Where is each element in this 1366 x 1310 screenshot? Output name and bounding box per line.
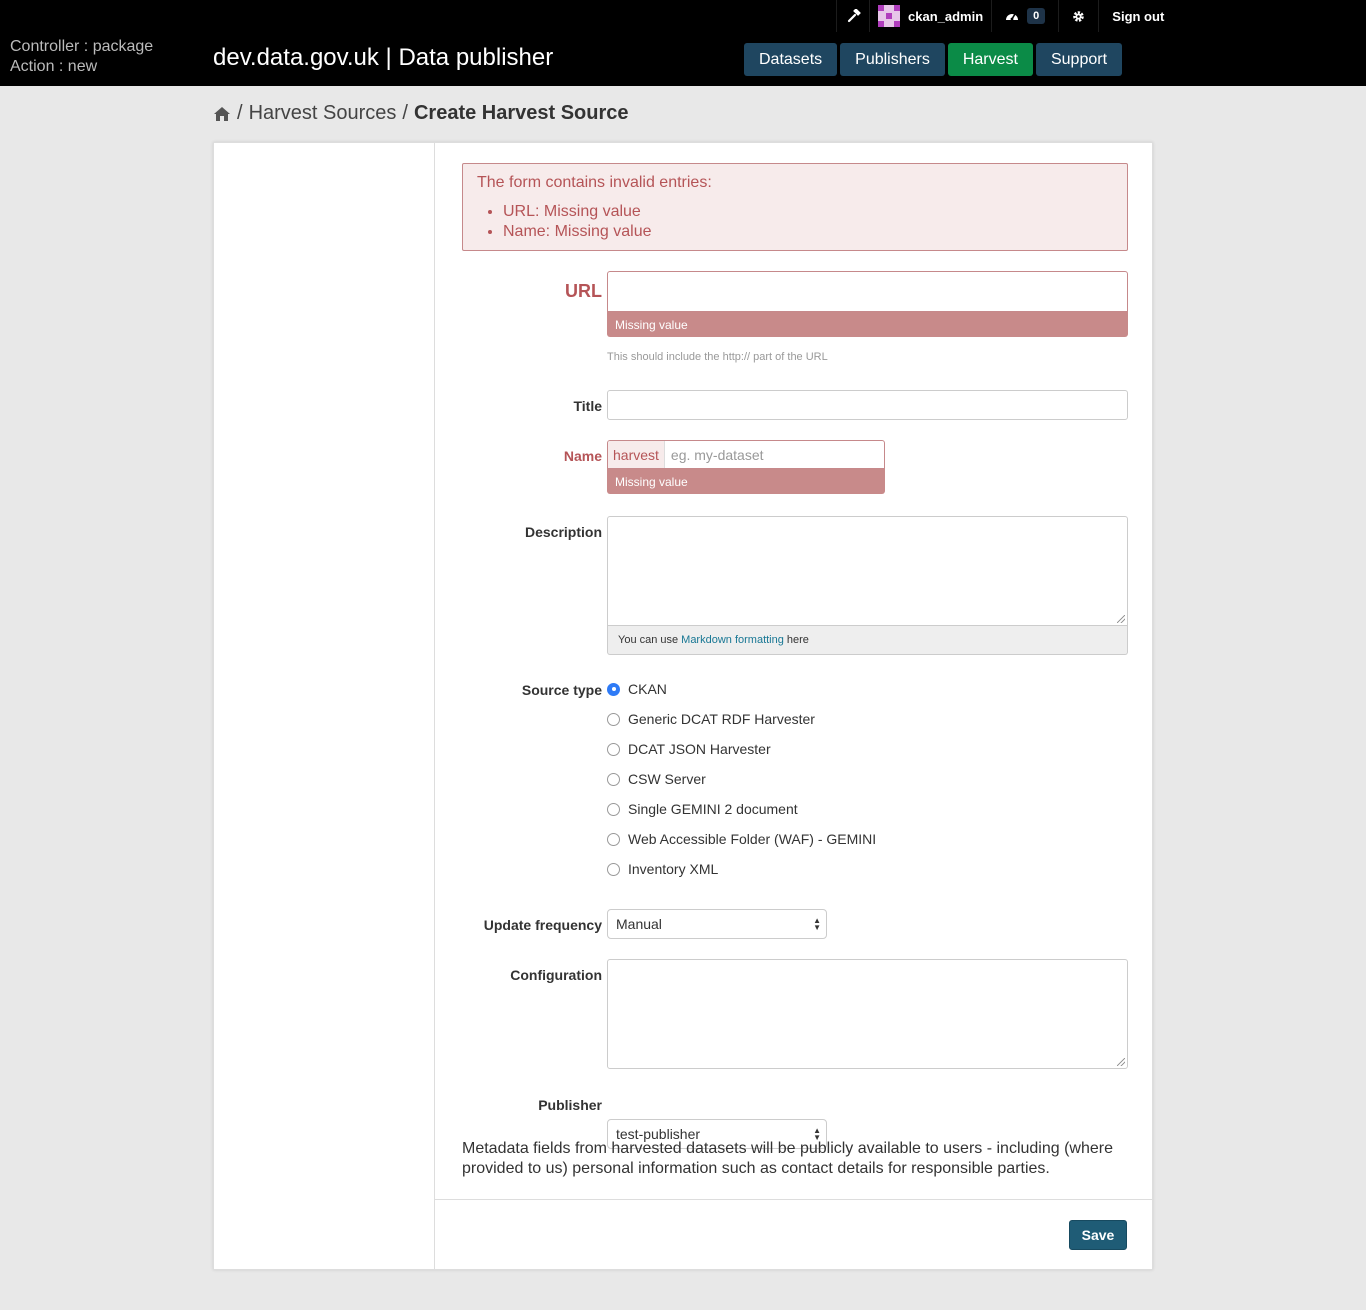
markdown-hint-text: here (786, 634, 809, 646)
configuration-textarea[interactable] (607, 959, 1128, 1069)
home-icon[interactable] (213, 106, 231, 122)
url-error-message: Missing value (607, 312, 1128, 337)
username: ckan_admin (908, 8, 984, 24)
breadcrumb-separator: / (237, 102, 243, 124)
dashboard-link[interactable]: 0 (991, 0, 1058, 32)
save-button[interactable]: Save (1069, 1220, 1127, 1250)
update-frequency-label: Update frequency (483, 917, 602, 933)
name-prefix: harvest (608, 441, 665, 468)
update-frequency-select[interactable]: Manual ▲ ▼ (607, 909, 827, 939)
description-label: Description (524, 524, 602, 540)
radio-button[interactable] (607, 682, 620, 696)
radio-label: CKAN (628, 681, 667, 697)
description-field-group: You can use Markdown formatting here (607, 516, 1128, 655)
breadcrumb-separator: / (402, 102, 408, 124)
dashboard-count-badge: 0 (1027, 8, 1046, 24)
source-type-option-ckan[interactable]: CKAN (607, 679, 876, 699)
markdown-formatting-link[interactable]: Markdown formatting (681, 634, 784, 646)
name-input[interactable]: eg. my-dataset (665, 441, 884, 468)
description-textarea[interactable] (607, 516, 1128, 626)
radio-button[interactable] (607, 772, 620, 786)
source-type-option-waf[interactable]: Web Accessible Folder (WAF) - GEMINI (607, 829, 876, 849)
error-item: Name: Missing value (503, 222, 1113, 242)
error-summary-title: The form contains invalid entries: (477, 174, 712, 191)
source-type-option-gemini[interactable]: Single GEMINI 2 document (607, 799, 876, 819)
gear-icon (1073, 10, 1085, 22)
nav-publishers[interactable]: Publishers (840, 43, 945, 76)
resize-handle[interactable] (1117, 615, 1125, 623)
avatar (878, 5, 900, 27)
content-panel: The form contains invalid entries: URL: … (213, 142, 1153, 1270)
radio-button[interactable] (607, 832, 620, 846)
nav-datasets[interactable]: Datasets (744, 43, 838, 76)
title-input[interactable] (607, 390, 1128, 420)
name-error-message: Missing value (607, 469, 885, 494)
radio-label: Web Accessible Folder (WAF) - GEMINI (628, 831, 877, 847)
debug-controller: Controller : package (10, 38, 154, 55)
url-input[interactable] (607, 271, 1128, 312)
sysadmin-tools-link[interactable] (836, 0, 869, 32)
url-help-text: This should include the http:// part of … (607, 351, 828, 363)
error-list: URL: Missing value Name: Missing value (477, 202, 1113, 242)
nav-support[interactable]: Support (1035, 43, 1123, 76)
radio-label: DCAT JSON Harvester (628, 741, 771, 757)
sign-out-link[interactable]: Sign out (1098, 0, 1177, 32)
account-bar: ckan_admin 0 Sign out (836, 0, 1177, 32)
markdown-hint: You can use Markdown formatting here (607, 626, 1128, 655)
main-nav: Datasets Publishers Harvest Support (744, 43, 1125, 76)
breadcrumb-harvest-sources[interactable]: Harvest Sources (249, 102, 397, 125)
name-field-group: harvest eg. my-dataset Missing value (607, 440, 885, 494)
privacy-notice: Metadata fields from harvested datasets … (462, 1140, 1113, 1177)
radio-button[interactable] (607, 712, 620, 726)
radio-button[interactable] (607, 742, 620, 756)
markdown-hint-text: You can use (618, 634, 679, 646)
nav-harvest[interactable]: Harvest (947, 43, 1033, 76)
debug-action: Action : new (10, 58, 98, 75)
radio-button[interactable] (607, 862, 620, 876)
select-value: Manual (616, 916, 662, 932)
publisher-label: Publisher (538, 1097, 602, 1113)
source-type-option-dcat-rdf[interactable]: Generic DCAT RDF Harvester (607, 709, 876, 729)
source-type-option-inventory[interactable]: Inventory XML (607, 859, 876, 879)
radio-button[interactable] (607, 802, 620, 816)
source-type-options: CKAN Generic DCAT RDF Harvester DCAT JSO… (607, 679, 876, 879)
radio-label: Single GEMINI 2 document (628, 801, 798, 817)
user-profile-link[interactable]: ckan_admin (869, 0, 991, 32)
error-item: URL: Missing value (503, 202, 1113, 222)
hammer-icon (847, 9, 861, 23)
title-label: Title (573, 398, 602, 414)
error-summary: The form contains invalid entries: URL: … (462, 163, 1128, 251)
radio-label: Inventory XML (628, 861, 719, 877)
name-input-group: harvest eg. my-dataset (607, 440, 885, 469)
debug-info: Controller : package Action : new (10, 37, 153, 77)
url-label: URL (565, 281, 602, 301)
sidebar (214, 143, 435, 1269)
configuration-label: Configuration (510, 967, 602, 983)
form-area: The form contains invalid entries: URL: … (435, 143, 1152, 1269)
site-title[interactable]: dev.data.gov.uk | Data publisher (213, 44, 553, 72)
source-type-label: Source type (521, 682, 602, 698)
radio-label: CSW Server (628, 771, 706, 787)
source-type-option-csw[interactable]: CSW Server (607, 769, 876, 789)
select-arrows-icon: ▲ ▼ (813, 916, 821, 932)
breadcrumb: / Harvest Sources / Create Harvest Sourc… (213, 102, 629, 125)
form-actions: Save (435, 1199, 1152, 1270)
radio-label: Generic DCAT RDF Harvester (628, 711, 815, 727)
breadcrumb-current: Create Harvest Source (413, 102, 629, 124)
settings-link[interactable] (1058, 0, 1098, 32)
source-type-option-dcat-json[interactable]: DCAT JSON Harvester (607, 739, 876, 759)
masthead: ckan_admin 0 Sign out Controller : packa… (0, 0, 1366, 86)
name-label: Name (563, 448, 602, 464)
dashboard-icon (1006, 13, 1019, 21)
resize-handle[interactable] (1117, 1058, 1125, 1066)
url-field-group: Missing value (607, 271, 1128, 337)
